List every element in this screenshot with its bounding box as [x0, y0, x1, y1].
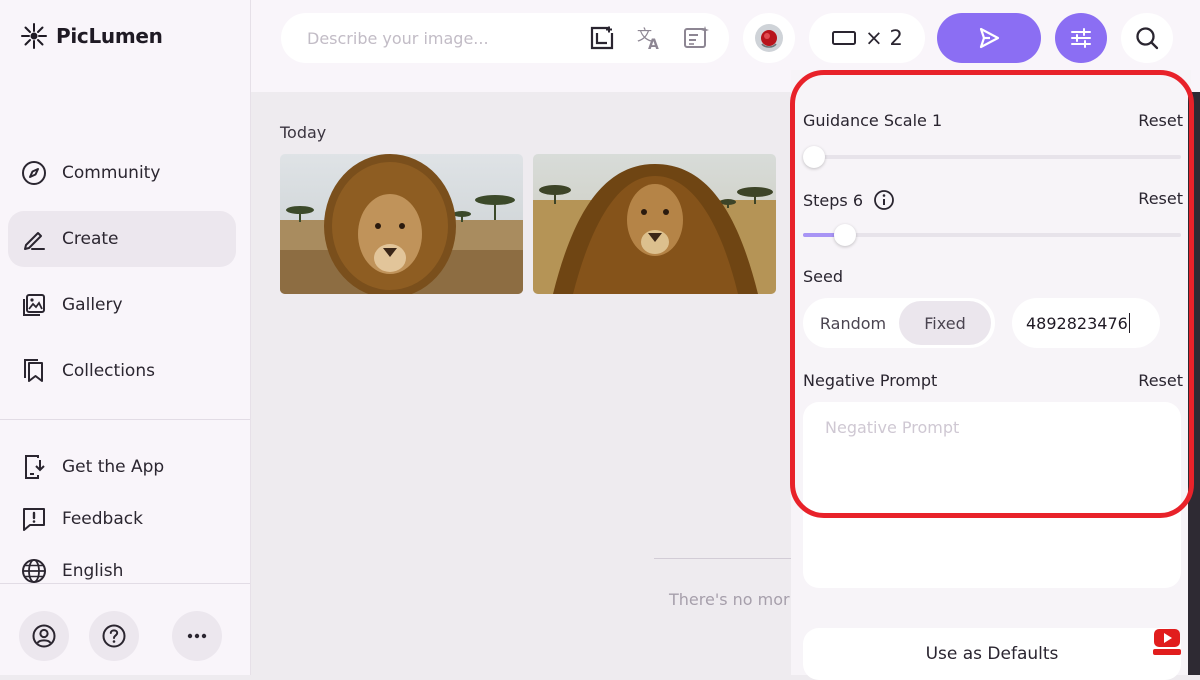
prompt-enhance-icon[interactable]	[683, 25, 711, 51]
batch-size-value: × 2	[865, 26, 903, 50]
sidebar-item-label: Gallery	[62, 295, 123, 315]
help-button[interactable]	[89, 611, 139, 661]
download-phone-icon	[25, 455, 45, 479]
steps-row: Steps 6	[803, 189, 895, 211]
sidebar-item-label: Get the App	[62, 457, 165, 477]
section-title: Today	[280, 123, 327, 142]
app-name: PicLumen	[56, 24, 163, 48]
aspect-ratio-icon	[832, 31, 857, 45]
empty-divider	[654, 558, 791, 559]
seed-input[interactable]: 4892823476	[1012, 298, 1160, 348]
negative-prompt-box	[803, 402, 1181, 588]
sidebar-item-gallery[interactable]: Gallery	[8, 277, 236, 333]
sidebar-item-label: English	[62, 561, 124, 581]
negative-reset-button[interactable]: Reset	[1138, 371, 1183, 390]
gallery-icon	[23, 294, 45, 316]
steps-reset-button[interactable]: Reset	[1138, 189, 1183, 208]
text-cursor	[1128, 313, 1130, 333]
model-thumbnail-icon	[755, 24, 783, 52]
generate-button[interactable]	[937, 13, 1041, 63]
generated-image[interactable]	[280, 154, 523, 294]
settings-toggle-button[interactable]	[1055, 13, 1107, 63]
guidance-slider[interactable]	[803, 146, 1181, 168]
sidebar-item-label: Create	[62, 229, 119, 249]
steps-label: Steps 6	[803, 190, 864, 210]
empty-message: There's no mor	[669, 590, 790, 609]
use-as-defaults-button[interactable]: Use as Defaults	[803, 628, 1181, 680]
sidebar-item-collections[interactable]: Collections	[8, 343, 236, 399]
lion-image-1	[280, 154, 523, 294]
settings-panel: Guidance Scale 1 Reset Steps 6 Reset See…	[791, 70, 1191, 680]
more-icon	[187, 633, 207, 639]
batch-size-button[interactable]: × 2	[809, 13, 925, 63]
steps-slider-handle[interactable]	[834, 224, 856, 246]
compass-icon	[22, 161, 46, 185]
sidebar-divider	[0, 419, 250, 420]
sidebar-item-label: Collections	[62, 361, 155, 381]
search-icon	[1136, 27, 1159, 50]
sidebar: PicLumen Community Create Gallery Collec…	[0, 0, 251, 675]
account-button[interactable]	[19, 611, 69, 661]
search-button[interactable]	[1121, 13, 1173, 63]
generated-image[interactable]	[533, 154, 776, 294]
translate-icon[interactable]: 文 A	[636, 25, 664, 51]
model-select-button[interactable]	[743, 13, 795, 63]
guidance-label: Guidance Scale 1	[803, 111, 943, 130]
feedback-icon	[23, 508, 45, 531]
seed-label: Seed	[803, 267, 843, 286]
globe-icon	[22, 559, 46, 583]
collections-icon	[24, 359, 43, 382]
send-icon	[979, 27, 1000, 49]
negative-prompt-label: Negative Prompt	[803, 371, 938, 390]
lion-image-2	[533, 154, 776, 294]
prompt-box[interactable]: 文 A	[281, 13, 729, 63]
account-icon	[32, 624, 56, 648]
sidebar-item-create[interactable]: Create	[8, 211, 236, 267]
image-prompt-icon[interactable]	[589, 25, 615, 51]
logo-icon	[21, 23, 47, 49]
sidebar-item-community[interactable]: Community	[8, 145, 236, 201]
subscribe-icon	[1153, 629, 1181, 655]
sliders-icon	[1071, 28, 1091, 48]
sidebar-divider	[0, 583, 250, 584]
steps-slider[interactable]	[803, 224, 1181, 246]
guidance-slider-handle[interactable]	[803, 146, 825, 168]
svg-text:A: A	[648, 37, 659, 51]
seed-mode-toggle: Random Fixed	[803, 298, 995, 348]
sidebar-item-language[interactable]: English	[20, 557, 123, 585]
sidebar-item-label: Feedback	[62, 509, 143, 529]
seed-value: 4892823476	[1026, 313, 1128, 333]
sidebar-item-get-app[interactable]: Get the App	[20, 453, 164, 481]
seed-random-option[interactable]: Random	[807, 301, 899, 345]
history-area: Today There's no mor	[251, 92, 791, 675]
info-icon[interactable]	[873, 189, 895, 211]
more-button[interactable]	[172, 611, 222, 661]
prompt-input[interactable]	[305, 27, 579, 49]
sidebar-item-feedback[interactable]: Feedback	[20, 505, 143, 533]
pen-icon	[24, 232, 45, 250]
logo[interactable]: PicLumen	[20, 22, 163, 50]
seed-fixed-option[interactable]: Fixed	[899, 301, 991, 345]
sidebar-item-label: Community	[62, 163, 161, 183]
panel-scrollbar[interactable]	[1188, 92, 1200, 675]
guidance-reset-button[interactable]: Reset	[1138, 111, 1183, 130]
help-icon	[102, 624, 126, 648]
negative-prompt-input[interactable]	[803, 402, 1181, 588]
